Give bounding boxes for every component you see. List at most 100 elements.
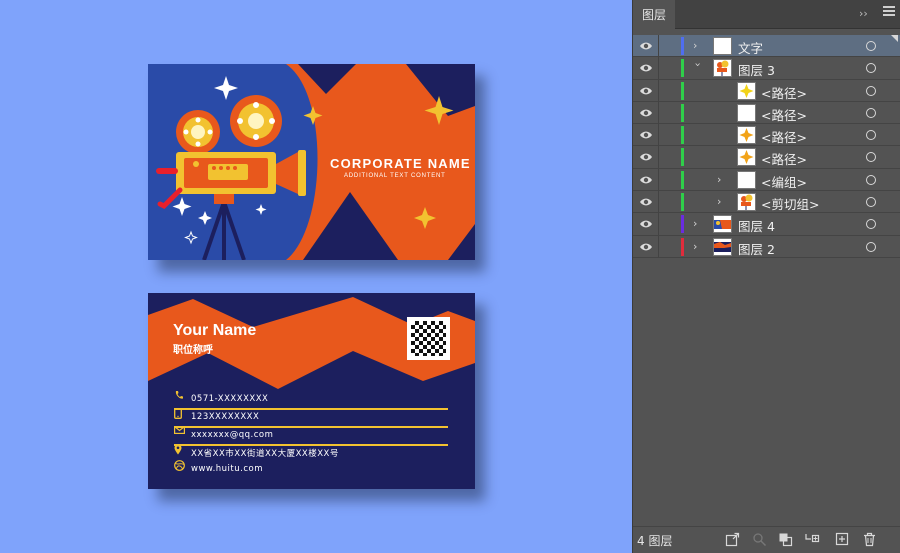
target-circle-icon[interactable] [866,241,876,252]
visibility-eye-icon[interactable] [639,62,653,74]
layer-thumbnail [737,126,756,145]
layer-color-indicator [681,193,684,212]
layer-thumbnail [713,237,732,256]
sublayer-row-path[interactable]: <路径> [633,101,900,125]
layer-name[interactable]: 文字 [738,38,763,57]
layer-row-layer2[interactable]: › 图层 2 [633,235,900,258]
lock-column[interactable] [658,168,659,191]
visibility-eye-icon[interactable] [639,129,653,141]
layer-name[interactable]: <路径> [761,83,807,102]
visibility-eye-icon[interactable] [639,218,653,230]
sublayer-row-path[interactable]: <路径> [633,146,900,169]
layer-color-indicator [681,170,684,189]
new-layer-icon[interactable] [835,532,850,547]
lock-column[interactable] [658,35,659,57]
person-name[interactable]: Your Name [173,322,256,340]
job-title[interactable]: 职位称呼 [173,341,213,356]
layer-count: 4 图层 [637,534,673,548]
layer-name[interactable]: 图层 3 [738,60,775,79]
layer-row-layer3[interactable]: › 图层 3 [633,57,900,80]
lock-column[interactable] [658,57,659,80]
visibility-eye-icon[interactable] [639,196,653,208]
visibility-eye-icon[interactable] [639,85,653,97]
layer-name[interactable]: 图层 2 [738,239,775,258]
phone-icon [174,391,186,405]
visibility-eye-icon[interactable] [639,241,653,253]
target-circle-icon[interactable] [866,107,876,118]
lock-column[interactable] [658,146,659,169]
lock-column[interactable] [658,213,659,236]
sublayer-row-path[interactable]: <路径> [633,79,900,102]
layer-row-text[interactable]: › 文字 [633,35,900,58]
expand-arrow-icon[interactable]: › [717,195,727,208]
new-sublayer-icon[interactable] [805,532,820,547]
corporate-name[interactable]: CORPORATE NAME [330,156,471,171]
layer-color-indicator [681,81,684,100]
tab-layers[interactable]: 图层 [633,0,675,29]
layer-name[interactable]: 图层 4 [738,216,775,235]
target-circle-icon[interactable] [866,130,876,141]
lock-column[interactable] [658,191,659,214]
target-circle-icon[interactable] [866,174,876,185]
lock-column[interactable] [658,79,659,102]
target-circle-icon[interactable] [866,197,876,208]
layer-color-indicator [681,103,684,122]
business-card-front[interactable]: CORPORATE NAME ADDITIONAL TEXT CONTENT [148,64,475,260]
layer-thumbnail [713,59,732,78]
layer-thumbnail [737,170,756,189]
mobile-icon [174,408,186,423]
layer-name[interactable]: <路径> [761,105,807,124]
target-circle-icon[interactable] [866,85,876,96]
contact-mobile-text: 123XXXXXXXX [191,412,260,422]
panel-menu-icon[interactable] [883,6,895,18]
business-card-back[interactable]: Your Name 职位称呼 0571-XXXXXXXX 123XXXXXXXX… [148,293,475,489]
lock-column[interactable] [658,124,659,147]
visibility-eye-icon[interactable] [639,151,653,163]
visibility-eye-icon[interactable] [639,174,653,186]
make-clipping-mask-icon[interactable] [778,532,793,547]
layer-color-indicator [681,59,684,78]
contact-email-text: xxxxxxx@qq.com [191,430,274,440]
layer-color-indicator [681,237,684,256]
contact-website[interactable]: www.huitu.com [174,460,448,478]
web-icon [174,460,186,475]
collapse-arrow-icon[interactable]: › [692,63,705,73]
target-circle-icon[interactable] [866,219,876,230]
search-icon[interactable] [752,532,767,547]
export-icon[interactable] [725,532,740,547]
layer-name[interactable]: <路径> [761,149,807,168]
layer-name[interactable]: <剪切组> [761,194,819,213]
layer-name[interactable]: <编组> [761,172,807,191]
layers-panel: 图层 ›› › 文字 › 图层 3 <路径> <路径> <路径> <路径> › … [632,0,900,553]
additional-text[interactable]: ADDITIONAL TEXT CONTENT [344,173,446,179]
selection-indicator [891,35,898,42]
target-circle-icon[interactable] [866,41,876,51]
expand-arrow-icon[interactable]: › [693,217,703,230]
target-circle-icon[interactable] [866,63,876,74]
layer-thumbnail [737,148,756,167]
sublayer-row-group[interactable]: › <编组> [633,168,900,192]
collapse-panel-icon[interactable]: ›› [859,7,868,20]
expand-arrow-icon[interactable]: › [693,240,703,253]
trash-icon[interactable] [862,532,877,547]
layer-thumbnail [737,81,756,100]
contact-phone[interactable]: 0571-XXXXXXXX [174,390,448,408]
contact-mobile[interactable]: 123XXXXXXXX [174,408,448,426]
artboard-canvas[interactable]: CORPORATE NAME ADDITIONAL TEXT CONTENT Y… [0,0,632,553]
visibility-eye-icon[interactable] [639,107,653,119]
lock-column[interactable] [658,235,659,258]
layer-color-indicator [681,215,684,234]
lock-column[interactable] [658,101,659,124]
target-circle-icon[interactable] [866,152,876,163]
layer-name[interactable]: <路径> [761,127,807,146]
layer-thumbnail [713,37,732,55]
expand-arrow-icon[interactable]: › [693,39,703,52]
sublayer-row-path[interactable]: <路径> [633,124,900,147]
layer-thumbnail [737,193,756,212]
contact-email[interactable]: xxxxxxx@qq.com [174,426,448,444]
sublayer-row-clip-group[interactable]: › <剪切组> [633,191,900,214]
visibility-eye-icon[interactable] [639,40,653,52]
contact-address-text: XX省XX市XX街道XX大厦XX楼XX号 [191,449,339,459]
layer-row-layer4[interactable]: › 图层 4 [633,213,900,236]
expand-arrow-icon[interactable]: › [717,173,727,186]
